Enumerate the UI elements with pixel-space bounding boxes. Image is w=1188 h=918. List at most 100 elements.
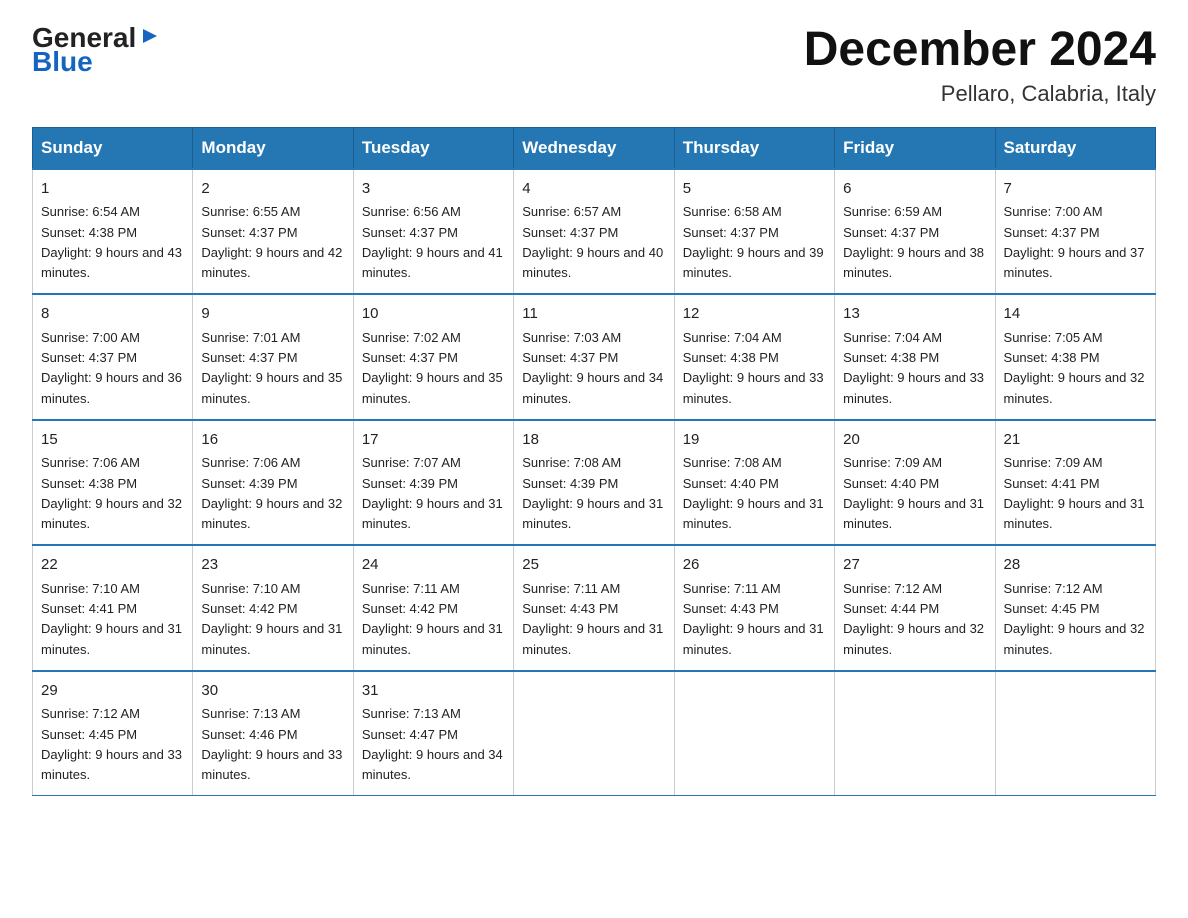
day-info: Sunrise: 6:54 AMSunset: 4:38 PMDaylight:… [41, 204, 182, 280]
day-info: Sunrise: 7:07 AMSunset: 4:39 PMDaylight:… [362, 455, 503, 531]
calendar-cell: 16Sunrise: 7:06 AMSunset: 4:39 PMDayligh… [193, 420, 353, 546]
calendar-cell [514, 671, 674, 796]
calendar-cell: 6 Sunrise: 6:59 AMSunset: 4:37 PMDaylight… [835, 169, 995, 295]
calendar-cell: 25 Sunrise: 7:11 AMSunset: 4:43 PMDayligh… [514, 545, 674, 671]
title-block: December 2024 Pellaro, Calabria, Italy [804, 24, 1156, 107]
day-header-saturday: Saturday [995, 127, 1155, 169]
day-header-friday: Friday [835, 127, 995, 169]
day-info: Sunrise: 7:12 AMSunset: 4:45 PMDaylight:… [1004, 581, 1145, 657]
day-info: Sunrise: 6:56 AMSunset: 4:37 PMDaylight:… [362, 204, 503, 280]
calendar-cell: 10 Sunrise: 7:02 AMSunset: 4:37 PMDayligh… [353, 294, 513, 420]
calendar-cell: 20 Sunrise: 7:09 AMSunset: 4:40 PMDayligh… [835, 420, 995, 546]
day-number: 9 [201, 303, 344, 326]
calendar-cell: 26 Sunrise: 7:11 AMSunset: 4:43 PMDayligh… [674, 545, 834, 671]
day-number: 7 [1004, 178, 1147, 201]
day-number: 27 [843, 554, 986, 577]
day-number: 14 [1004, 303, 1147, 326]
day-info: Sunrise: 6:59 AMSunset: 4:37 PMDaylight:… [843, 204, 984, 280]
day-info: Sunrise: 7:09 AMSunset: 4:40 PMDaylight:… [843, 455, 984, 531]
day-number: 17 [362, 429, 505, 452]
page-subtitle: Pellaro, Calabria, Italy [804, 81, 1156, 107]
calendar-header-row: SundayMondayTuesdayWednesdayThursdayFrid… [33, 127, 1156, 169]
page-header: General Blue December 2024 Pellaro, Cala… [32, 24, 1156, 107]
calendar-cell: 12Sunrise: 7:04 AMSunset: 4:38 PMDayligh… [674, 294, 834, 420]
calendar-cell: 22Sunrise: 7:10 AMSunset: 4:41 PMDayligh… [33, 545, 193, 671]
day-number: 23 [201, 554, 344, 577]
day-header-wednesday: Wednesday [514, 127, 674, 169]
calendar-week-5: 29Sunrise: 7:12 AMSunset: 4:45 PMDayligh… [33, 671, 1156, 796]
calendar-week-1: 1 Sunrise: 6:54 AMSunset: 4:38 PMDaylight… [33, 169, 1156, 295]
day-number: 1 [41, 178, 184, 201]
calendar-cell [674, 671, 834, 796]
calendar-cell [995, 671, 1155, 796]
day-number: 29 [41, 680, 184, 703]
day-info: Sunrise: 7:03 AMSunset: 4:37 PMDaylight:… [522, 330, 663, 406]
day-header-monday: Monday [193, 127, 353, 169]
day-number: 12 [683, 303, 826, 326]
day-info: Sunrise: 7:04 AMSunset: 4:38 PMDaylight:… [843, 330, 984, 406]
calendar-cell [835, 671, 995, 796]
calendar-cell: 28 Sunrise: 7:12 AMSunset: 4:45 PMDayligh… [995, 545, 1155, 671]
calendar-cell: 11 Sunrise: 7:03 AMSunset: 4:37 PMDayligh… [514, 294, 674, 420]
day-number: 26 [683, 554, 826, 577]
calendar-cell: 14 Sunrise: 7:05 AMSunset: 4:38 PMDayligh… [995, 294, 1155, 420]
day-info: Sunrise: 7:13 AMSunset: 4:47 PMDaylight:… [362, 706, 503, 782]
day-header-tuesday: Tuesday [353, 127, 513, 169]
calendar-cell: 2 Sunrise: 6:55 AMSunset: 4:37 PMDaylight… [193, 169, 353, 295]
page-title: December 2024 [804, 24, 1156, 77]
day-number: 3 [362, 178, 505, 201]
calendar-cell: 23 Sunrise: 7:10 AMSunset: 4:42 PMDayligh… [193, 545, 353, 671]
day-number: 6 [843, 178, 986, 201]
calendar-cell: 7 Sunrise: 7:00 AMSunset: 4:37 PMDaylight… [995, 169, 1155, 295]
calendar-table: SundayMondayTuesdayWednesdayThursdayFrid… [32, 127, 1156, 797]
day-number: 18 [522, 429, 665, 452]
day-number: 16 [201, 429, 344, 452]
day-number: 11 [522, 303, 665, 326]
day-number: 24 [362, 554, 505, 577]
day-info: Sunrise: 7:08 AMSunset: 4:40 PMDaylight:… [683, 455, 824, 531]
calendar-week-3: 15 Sunrise: 7:06 AMSunset: 4:38 PMDayligh… [33, 420, 1156, 546]
day-number: 10 [362, 303, 505, 326]
day-number: 28 [1004, 554, 1147, 577]
day-number: 20 [843, 429, 986, 452]
day-info: Sunrise: 7:11 AMSunset: 4:42 PMDaylight:… [362, 581, 503, 657]
calendar-cell: 15 Sunrise: 7:06 AMSunset: 4:38 PMDayligh… [33, 420, 193, 546]
day-info: Sunrise: 7:11 AMSunset: 4:43 PMDaylight:… [522, 581, 663, 657]
day-number: 5 [683, 178, 826, 201]
calendar-cell: 29Sunrise: 7:12 AMSunset: 4:45 PMDayligh… [33, 671, 193, 796]
day-info: Sunrise: 7:00 AMSunset: 4:37 PMDaylight:… [1004, 204, 1145, 280]
calendar-cell: 24 Sunrise: 7:11 AMSunset: 4:42 PMDayligh… [353, 545, 513, 671]
day-header-thursday: Thursday [674, 127, 834, 169]
calendar-cell: 8 Sunrise: 7:00 AMSunset: 4:37 PMDaylight… [33, 294, 193, 420]
day-number: 2 [201, 178, 344, 201]
day-info: Sunrise: 7:10 AMSunset: 4:42 PMDaylight:… [201, 581, 342, 657]
calendar-cell: 18 Sunrise: 7:08 AMSunset: 4:39 PMDayligh… [514, 420, 674, 546]
day-number: 8 [41, 303, 184, 326]
day-info: Sunrise: 7:02 AMSunset: 4:37 PMDaylight:… [362, 330, 503, 406]
calendar-week-4: 22Sunrise: 7:10 AMSunset: 4:41 PMDayligh… [33, 545, 1156, 671]
day-number: 30 [201, 680, 344, 703]
day-info: Sunrise: 7:11 AMSunset: 4:43 PMDaylight:… [683, 581, 824, 657]
day-info: Sunrise: 7:01 AMSunset: 4:37 PMDaylight:… [201, 330, 342, 406]
calendar-cell: 13 Sunrise: 7:04 AMSunset: 4:38 PMDayligh… [835, 294, 995, 420]
day-info: Sunrise: 7:13 AMSunset: 4:46 PMDaylight:… [201, 706, 342, 782]
day-info: Sunrise: 7:05 AMSunset: 4:38 PMDaylight:… [1004, 330, 1145, 406]
day-number: 15 [41, 429, 184, 452]
day-number: 19 [683, 429, 826, 452]
day-header-sunday: Sunday [33, 127, 193, 169]
day-number: 4 [522, 178, 665, 201]
calendar-cell: 1 Sunrise: 6:54 AMSunset: 4:38 PMDaylight… [33, 169, 193, 295]
day-info: Sunrise: 7:06 AMSunset: 4:38 PMDaylight:… [41, 455, 182, 531]
calendar-cell: 19 Sunrise: 7:08 AMSunset: 4:40 PMDayligh… [674, 420, 834, 546]
day-info: Sunrise: 7:00 AMSunset: 4:37 PMDaylight:… [41, 330, 182, 406]
day-info: Sunrise: 6:55 AMSunset: 4:37 PMDaylight:… [201, 204, 342, 280]
day-info: Sunrise: 7:12 AMSunset: 4:44 PMDaylight:… [843, 581, 984, 657]
calendar-cell: 30 Sunrise: 7:13 AMSunset: 4:46 PMDayligh… [193, 671, 353, 796]
day-number: 13 [843, 303, 986, 326]
calendar-cell: 27 Sunrise: 7:12 AMSunset: 4:44 PMDayligh… [835, 545, 995, 671]
day-number: 22 [41, 554, 184, 577]
day-info: Sunrise: 7:08 AMSunset: 4:39 PMDaylight:… [522, 455, 663, 531]
day-info: Sunrise: 6:57 AMSunset: 4:37 PMDaylight:… [522, 204, 663, 280]
day-number: 25 [522, 554, 665, 577]
day-number: 31 [362, 680, 505, 703]
